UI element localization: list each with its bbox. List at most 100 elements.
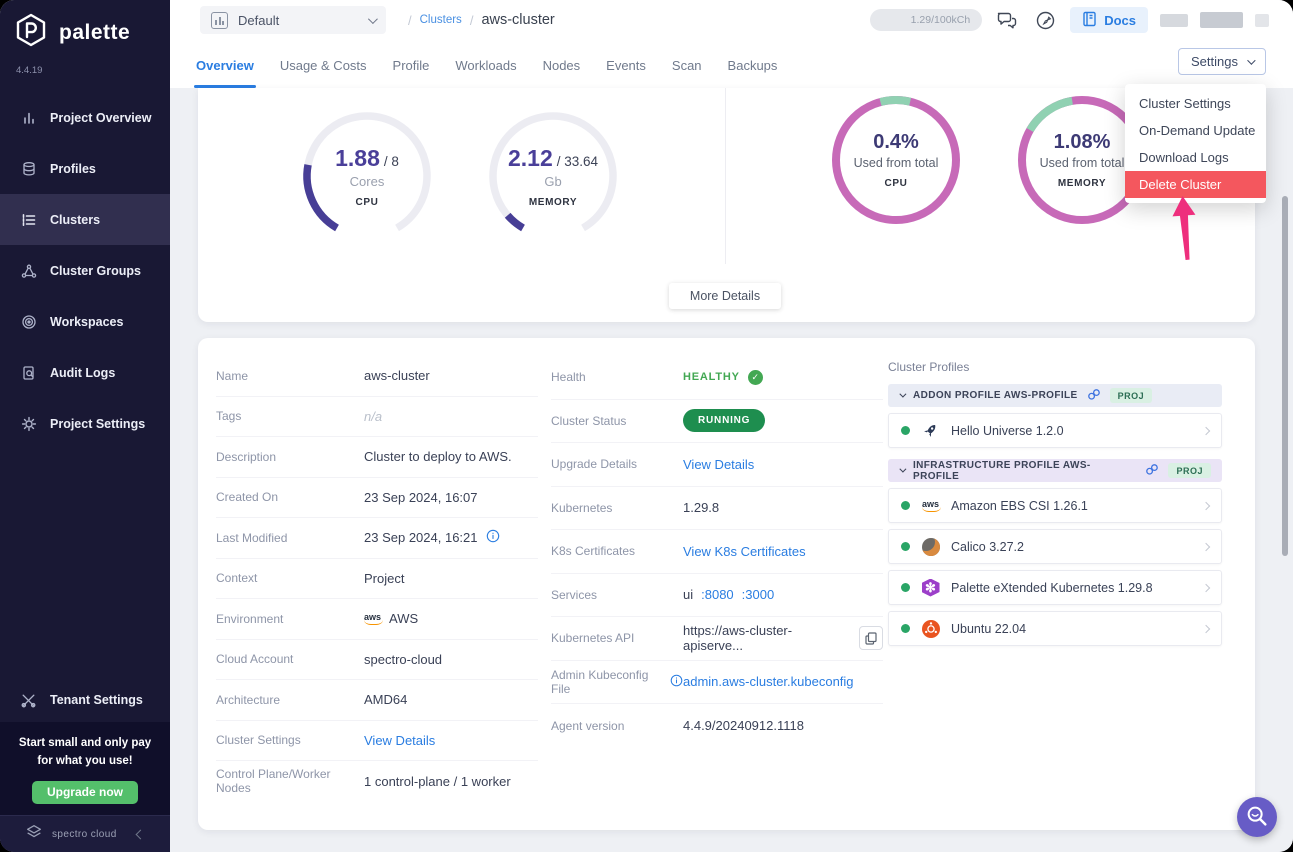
sidebar-item-project-settings[interactable]: Project Settings <box>0 398 170 449</box>
profile-pack-hello-universe[interactable]: Hello Universe 1.2.0 <box>888 413 1222 448</box>
scrollbar[interactable] <box>1282 196 1288 556</box>
kubeconfig-download-link[interactable]: admin.aws-cluster.kubeconfig <box>683 674 883 689</box>
tools-icon <box>20 692 37 709</box>
sidebar-footer: spectro cloud <box>0 815 170 852</box>
sidebar-item-workspaces[interactable]: Workspaces <box>0 296 170 347</box>
brand-logo: palette <box>0 0 170 53</box>
upgrade-view-details-link[interactable]: View Details <box>683 457 883 472</box>
docs-label: Docs <box>1104 13 1136 28</box>
sidebar-item-tenant-settings[interactable]: Tenant Settings <box>0 678 170 722</box>
book-icon <box>1082 11 1097 30</box>
tab-usage-costs[interactable]: Usage & Costs <box>280 58 367 88</box>
profile-pack-amazon-ebs-csi[interactable]: aws Amazon EBS CSI 1.26.1 <box>888 488 1222 523</box>
pxk-icon: ✻ <box>921 578 940 597</box>
detail-row-architecture: Architecture AMD64 <box>216 680 538 721</box>
chevron-down-icon <box>899 391 906 398</box>
profile-pack-calico[interactable]: Calico 3.27.2 <box>888 529 1222 564</box>
sidebar-item-profiles[interactable]: Profiles <box>0 143 170 194</box>
link-icon[interactable] <box>1145 463 1159 479</box>
menu-item-download-logs[interactable]: Download Logs <box>1125 144 1266 171</box>
tab-scan[interactable]: Scan <box>672 58 702 88</box>
copy-button[interactable] <box>859 626 883 650</box>
profile-pack-palette-extended-kubernetes[interactable]: ✻ Palette eXtended Kubernetes 1.29.8 <box>888 570 1222 605</box>
status-row-kubernetes-api: Kubernetes API https://aws-cluster-apise… <box>551 617 883 661</box>
chevron-down-icon <box>899 466 906 473</box>
tab-profile[interactable]: Profile <box>393 58 430 88</box>
chevron-down-icon <box>1247 56 1255 64</box>
app-window: palette 4.4.19 Project Overview Profiles… <box>0 0 1293 852</box>
cluster-details-card: Name aws-cluster Tags n/a Description Cl… <box>198 338 1255 830</box>
status-column: Health HEALTHY✓ Cluster Status RUNNING U… <box>551 356 883 748</box>
menu-item-cluster-settings[interactable]: Cluster Settings <box>1125 90 1266 117</box>
sidebar-item-cluster-groups[interactable]: Cluster Groups <box>0 245 170 296</box>
view-details-link[interactable]: View Details <box>364 733 538 748</box>
memory-unit: Gb <box>544 174 561 189</box>
info-icon[interactable] <box>486 529 500 546</box>
upgrade-now-button[interactable]: Upgrade now <box>32 781 138 804</box>
sidebar-item-project-overview[interactable]: Project Overview <box>0 92 170 143</box>
memory-usage-percent: 1.08% <box>1054 131 1111 154</box>
pack-status-dot <box>901 583 910 592</box>
status-row-admin-kubeconfig: Admin Kubeconfig File admin.aws-cluster.… <box>551 661 883 705</box>
tab-overview[interactable]: Overview <box>196 58 254 88</box>
tab-backups[interactable]: Backups <box>728 58 778 88</box>
network-icon <box>20 262 37 279</box>
cluster-tabs: Overview Usage & Costs Profile Workloads… <box>170 40 1293 88</box>
breadcrumb-clusters-link[interactable]: Clusters <box>420 14 462 26</box>
menu-item-on-demand-update[interactable]: On-Demand Update <box>1125 117 1266 144</box>
settings-dropdown-button[interactable]: Settings <box>1178 48 1266 75</box>
chevron-down-icon <box>368 14 378 24</box>
link-icon[interactable] <box>1087 388 1101 404</box>
menu-item-delete-cluster[interactable]: Delete Cluster <box>1125 171 1266 198</box>
sidebar-item-audit-logs[interactable]: Audit Logs <box>0 347 170 398</box>
addon-profile-header[interactable]: ADDON PROFILE AWS-PROFILE PROJ <box>888 384 1222 407</box>
infrastructure-profile-header[interactable]: INFRASTRUCTURE PROFILE AWS-PROFILE PROJ <box>888 459 1222 482</box>
view-k8s-certificates-link[interactable]: View K8s Certificates <box>683 544 883 559</box>
more-details-button[interactable]: More Details <box>669 283 781 309</box>
sidebar-item-label: Project Settings <box>50 417 145 431</box>
tab-events[interactable]: Events <box>606 58 646 88</box>
annotation-arrow-icon <box>1166 195 1205 266</box>
content-area: 1.88/ 8 Cores CPU 2.12/ 33.64 Gb MEMORY <box>170 88 1293 852</box>
calico-icon <box>921 537 940 556</box>
memory-used-value: 2.12 <box>508 145 553 172</box>
proj-badge: PROJ <box>1110 388 1153 403</box>
details-column: Name aws-cluster Tags n/a Description Cl… <box>216 356 538 802</box>
settings-button-label: Settings <box>1191 54 1238 69</box>
whats-new-compass-icon[interactable] <box>1032 7 1058 33</box>
status-row-agent-version: Agent version 4.4.9/20240912.1118 <box>551 704 883 748</box>
cpu-unit: Cores <box>350 174 385 189</box>
search-assistant-fab[interactable] <box>1237 797 1277 837</box>
status-row-k8s-certificates: K8s Certificates View K8s Certificates <box>551 530 883 574</box>
chevron-right-icon <box>1202 583 1210 591</box>
docs-button[interactable]: Docs <box>1070 7 1148 33</box>
tab-nodes[interactable]: Nodes <box>543 58 581 88</box>
service-port-link[interactable]: :3000 <box>742 587 775 602</box>
service-port-link[interactable]: :8080 <box>701 587 734 602</box>
pack-status-dot <box>901 501 910 510</box>
project-scope-select[interactable]: Default <box>200 6 386 34</box>
cpu-usage-label: CPU <box>885 178 908 189</box>
topbar: Default / Clusters / aws-cluster 1.29/10… <box>170 0 1293 40</box>
cpu-gauge: 1.88/ 8 Cores CPU <box>297 106 437 246</box>
pack-status-dot <box>901 542 910 551</box>
breadcrumb-current: aws-cluster <box>481 12 554 28</box>
chevron-right-icon <box>1202 542 1210 550</box>
detail-row-environment: Environment awsAWS <box>216 599 538 640</box>
info-icon[interactable] <box>670 674 683 690</box>
dashboard-icon <box>211 12 228 29</box>
feedback-chat-icon[interactable] <box>994 7 1020 33</box>
collapse-sidebar-icon[interactable] <box>135 829 145 839</box>
ubuntu-icon <box>921 619 940 638</box>
memory-gauge: 2.12/ 33.64 Gb MEMORY <box>483 106 623 246</box>
sidebar-item-label: Workspaces <box>50 315 123 329</box>
list-icon <box>20 211 37 228</box>
cluster-profiles-panel: Cluster Profiles ADDON PROFILE AWS-PROFI… <box>888 360 1222 646</box>
sidebar-item-clusters[interactable]: Clusters <box>0 194 170 245</box>
redacted-block <box>1160 14 1188 27</box>
chevron-right-icon <box>1202 426 1210 434</box>
pack-status-dot <box>901 426 910 435</box>
profile-pack-ubuntu[interactable]: Ubuntu 22.04 <box>888 611 1222 646</box>
rocket-icon <box>921 421 940 440</box>
tab-workloads[interactable]: Workloads <box>455 58 516 88</box>
